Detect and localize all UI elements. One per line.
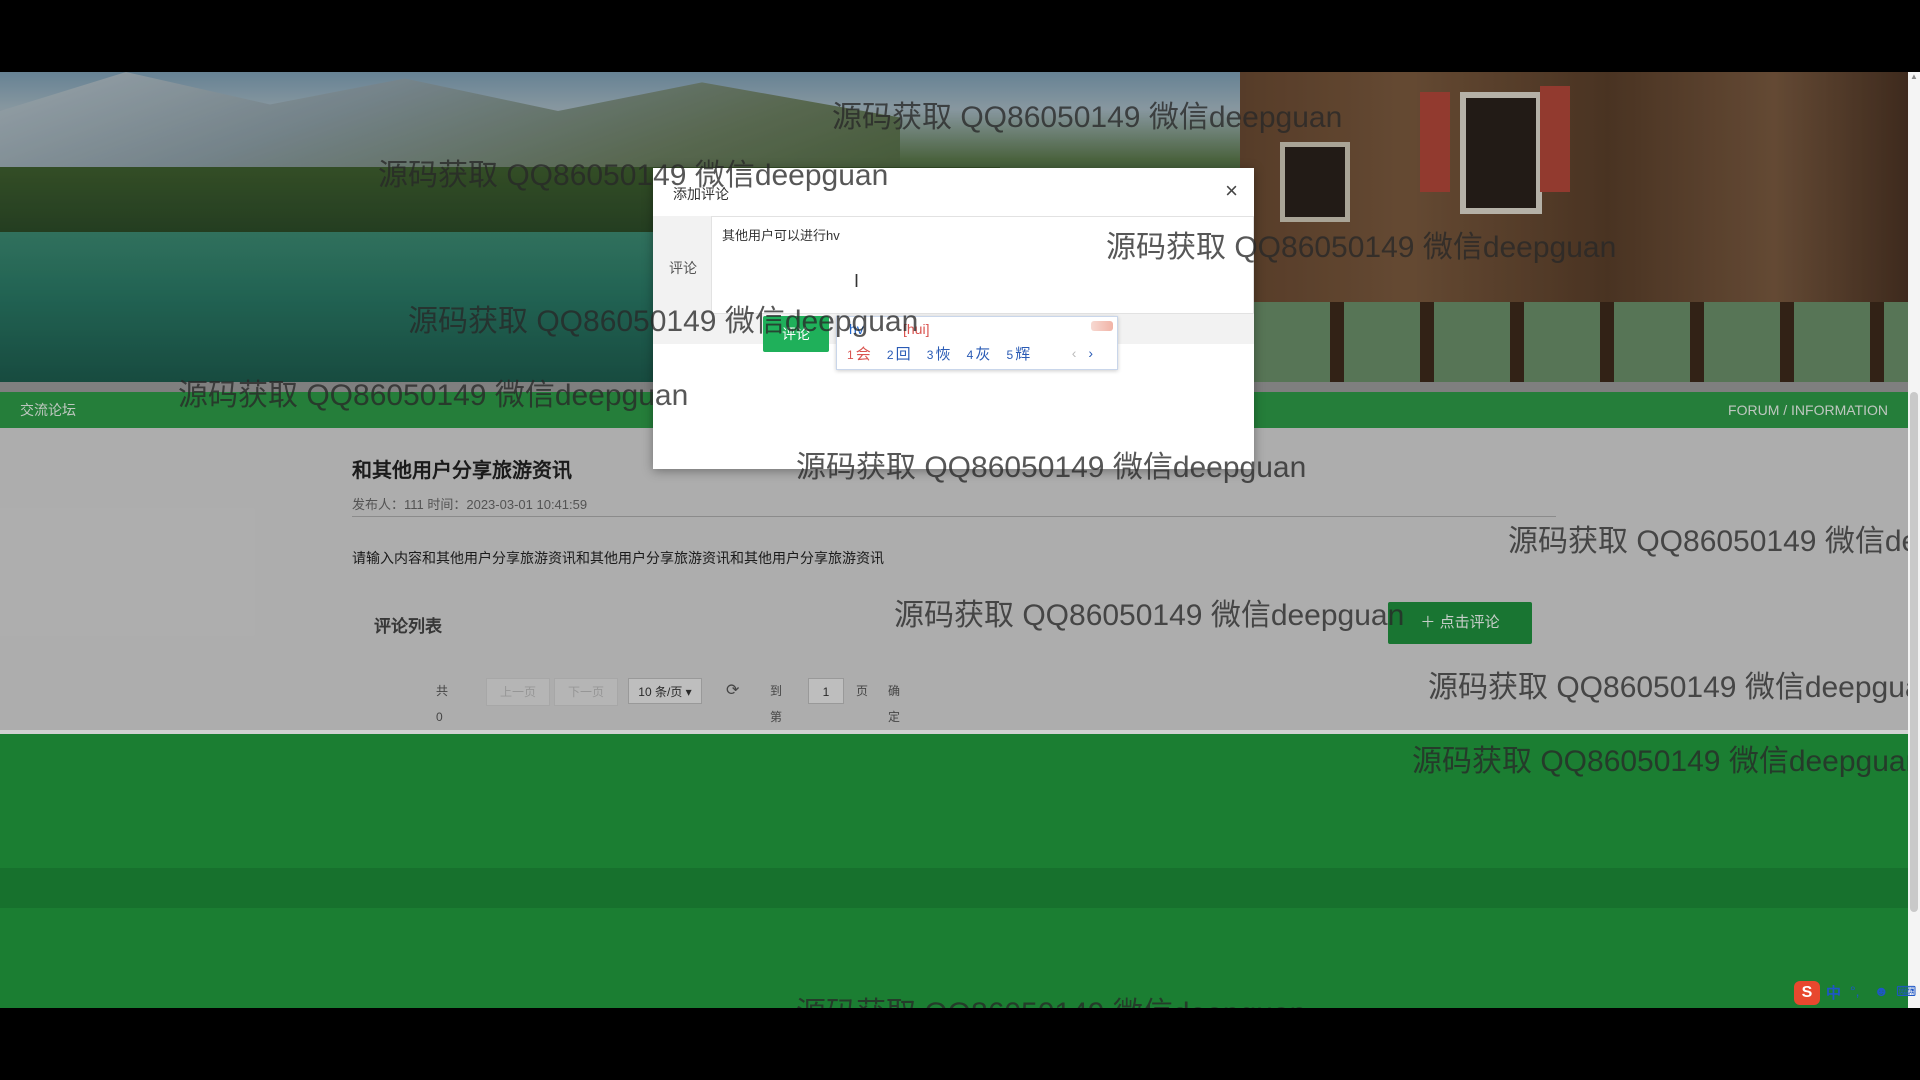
comment-textarea[interactable]: 其他用户可以进行hv I <box>711 216 1254 314</box>
ime-prev-icon[interactable]: ‹ <box>1072 345 1077 361</box>
ime-candidate[interactable]: 4灰 <box>967 343 991 364</box>
page-scrollbar[interactable]: ▲ <box>1908 72 1920 1008</box>
comment-textarea-value: 其他用户可以进行hv <box>722 228 840 243</box>
close-icon[interactable]: × <box>1225 178 1238 204</box>
ime-candidate[interactable]: 3恢 <box>927 343 951 364</box>
ime-composition: hv <box>849 321 864 337</box>
ime-next-icon[interactable]: › <box>1088 345 1093 361</box>
submit-comment-button[interactable]: 评论 <box>763 316 829 352</box>
scroll-up-icon[interactable]: ▲ <box>1910 72 1918 82</box>
bottom-letterbox <box>0 1008 1920 1080</box>
ime-candidate[interactable]: 5辉 <box>1007 343 1031 364</box>
ime-candidate[interactable]: 1会 <box>847 343 871 364</box>
ime-skin-icon <box>1091 321 1113 331</box>
dialog-title: 添加评论 <box>673 186 729 202</box>
ime-status-tray: S 中 °, ☻ ⌨ <box>1792 980 1920 1006</box>
scrollbar-thumb[interactable] <box>1910 392 1918 912</box>
ime-page-nav: ‹ › <box>1072 345 1093 361</box>
ime-candidates: 1会 2回 3恢 4灰 5辉 <box>847 343 1042 364</box>
keyboard-icon[interactable]: ⌨ <box>1896 983 1916 1000</box>
punctuation-icon[interactable]: °, <box>1850 983 1860 999</box>
emoji-icon[interactable]: ☻ <box>1874 983 1889 999</box>
ime-candidate[interactable]: 2回 <box>887 343 911 364</box>
ime-language-indicator[interactable]: 中 <box>1826 982 1841 1003</box>
sogou-logo-icon[interactable]: S <box>1794 981 1820 1005</box>
dialog-header: 添加评论 × <box>653 168 1254 217</box>
comment-field-label: 评论 <box>669 260 697 276</box>
text-cursor-icon: I <box>854 271 860 291</box>
ime-candidate-window: hv [hui] 1会 2回 3恢 4灰 5辉 ‹ › <box>836 316 1118 370</box>
top-letterbox <box>0 0 1920 72</box>
browser-viewport: 交流论坛 FORUM / INFORMATION 和其他用户分享旅游资讯 发布人… <box>0 72 1908 1008</box>
ime-pinyin: [hui] <box>903 321 930 337</box>
